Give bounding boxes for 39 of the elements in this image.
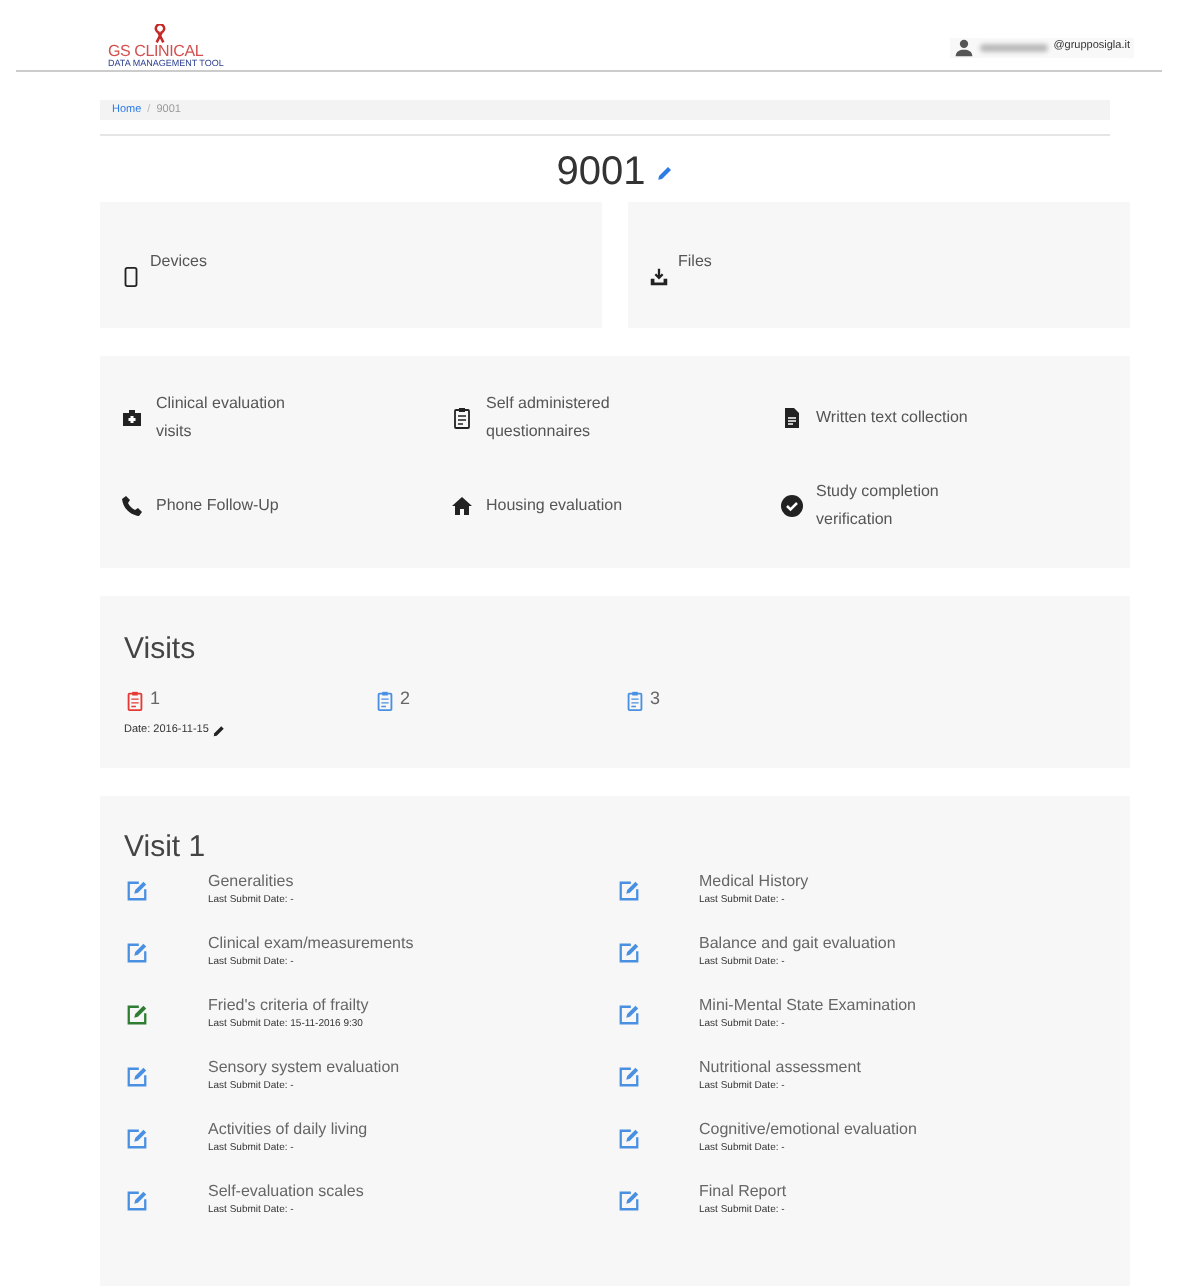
form-link[interactable]: Generalities — [208, 870, 294, 892]
user-icon — [953, 37, 974, 57]
clipboard-icon — [450, 406, 474, 430]
document-icon — [780, 406, 804, 430]
form-link[interactable]: Sensory system evaluation — [208, 1056, 400, 1078]
phone-handset-icon — [120, 494, 144, 518]
card[interactable]: Devices — [100, 202, 602, 328]
section-link[interactable]: Housing evaluation — [486, 492, 638, 520]
form-link[interactable]: Self-evaluation scales — [208, 1180, 364, 1202]
visit-link[interactable]: 1 — [124, 685, 161, 712]
visit-link[interactable]: 2 — [374, 685, 411, 712]
form-link[interactable]: Fried's criteria of frailty — [208, 994, 369, 1016]
form-link[interactable]: Nutritional assessment — [699, 1056, 861, 1078]
redacted-name — [979, 43, 1048, 51]
section-link[interactable]: Written text collection — [816, 404, 968, 432]
patient-id: 9001 — [556, 148, 646, 198]
section-title: Visit 1 — [124, 830, 208, 866]
visit-link[interactable]: 3 — [624, 685, 661, 712]
form-link[interactable]: Final Report — [699, 1180, 787, 1202]
form-link[interactable]: Activities of daily living — [208, 1118, 368, 1140]
download-icon — [648, 266, 670, 288]
section-link[interactable]: Self administered questionnaires — [486, 390, 638, 446]
check-circle-icon — [780, 494, 804, 518]
house-icon — [450, 494, 474, 518]
form-link[interactable]: Cognitive/emotional evaluation — [699, 1118, 917, 1140]
form-link[interactable]: Balance and gait evaluation — [699, 932, 896, 954]
medkit-icon — [120, 406, 144, 430]
form-link[interactable]: Clinical exam/measurements — [208, 932, 414, 954]
edit-icon — [655, 163, 674, 181]
section-title: Visits — [124, 630, 198, 670]
form-link[interactable]: Mini-Mental State Examination — [699, 994, 916, 1016]
form-link[interactable]: Medical History — [699, 870, 809, 892]
edit-icon — [212, 723, 227, 738]
section-link[interactable]: Clinical evaluation visits — [156, 390, 308, 446]
phone-icon — [120, 266, 142, 288]
card[interactable]: Files — [628, 202, 1130, 328]
logo-title: GS CLINICAL — [108, 44, 204, 61]
section-link[interactable]: Study completion verification — [816, 478, 968, 534]
section-link[interactable]: Phone Follow-Up — [156, 492, 308, 520]
